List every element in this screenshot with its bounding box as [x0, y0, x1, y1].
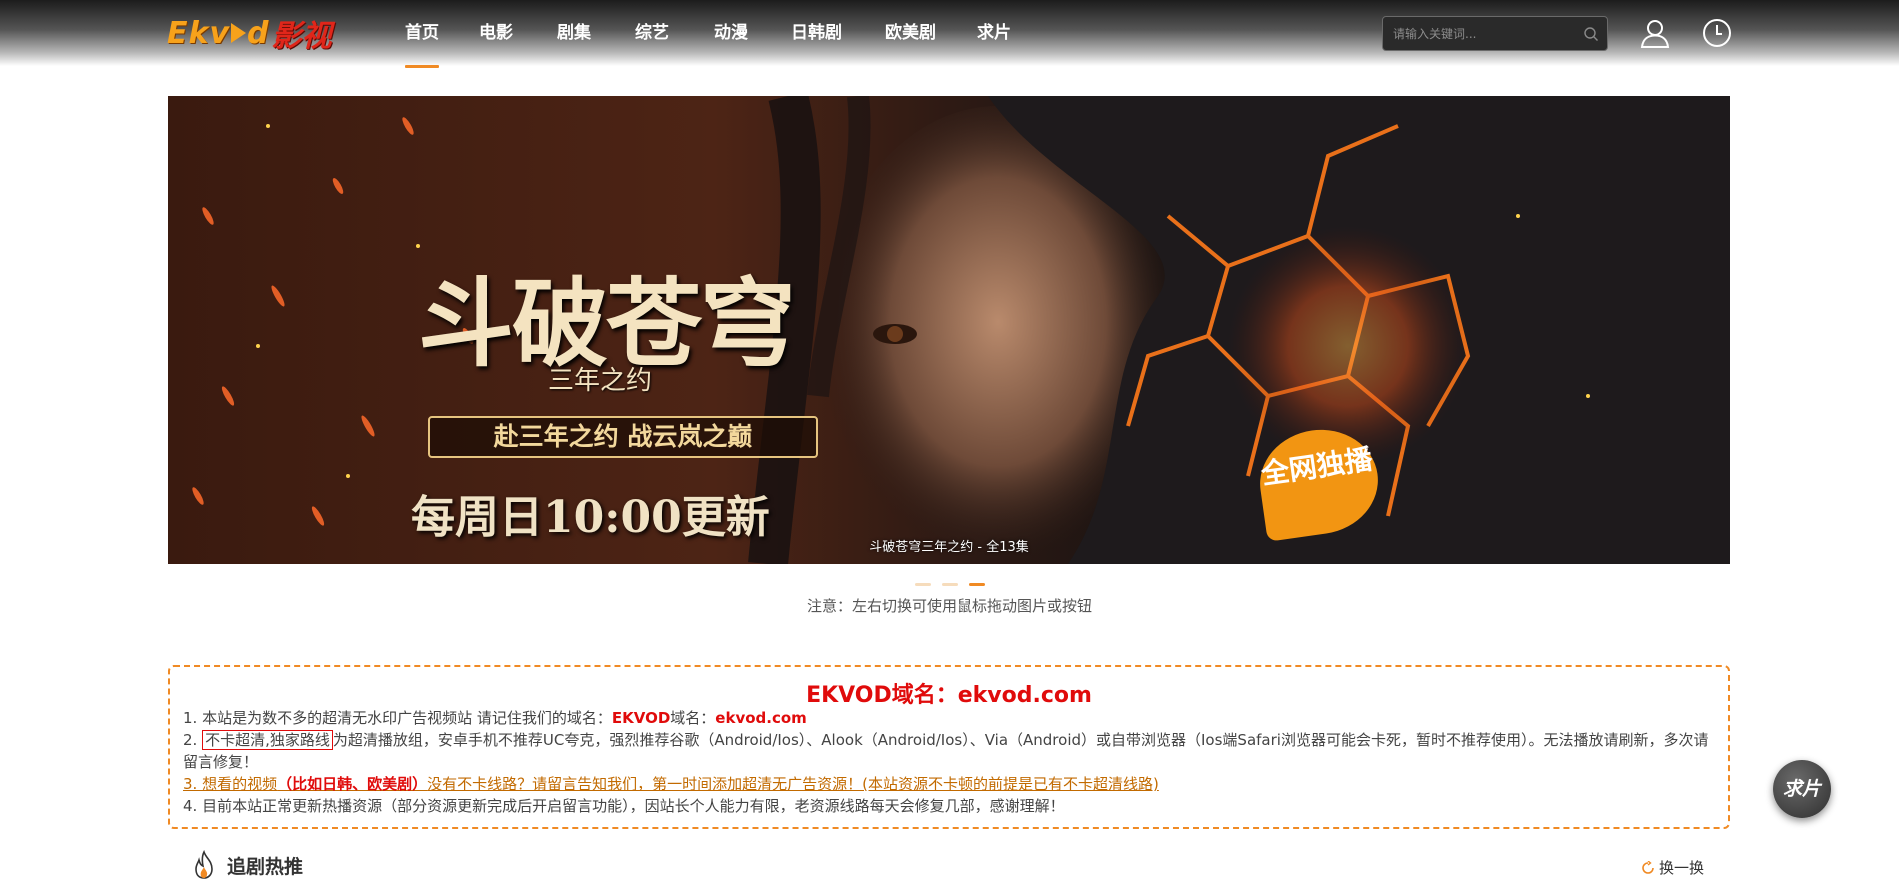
banner-subtitle: 三年之约 — [548, 366, 653, 396]
notice-line-1: 1. 本站是为数不多的超清无水印广告视频站 请记住我们的域名：EKVOD域名：e… — [183, 707, 1719, 729]
nav-western-drama[interactable]: 欧美剧 — [885, 18, 936, 68]
carousel-dots — [915, 583, 996, 586]
fire-icon — [195, 850, 213, 879]
notice-line-2-prefix: 2. — [183, 731, 203, 749]
nav-home[interactable]: 首页 — [405, 18, 439, 68]
nav-jk-drama[interactable]: 日韩剧 — [791, 18, 842, 68]
notice-line-3-red: （比如日韩、欧美剧） — [277, 775, 428, 793]
refresh-label: 换一换 — [1659, 859, 1705, 877]
notice-line-3-prefix: 3. 想看的视频 — [183, 775, 278, 793]
search-input[interactable] — [1393, 25, 1573, 43]
clock-icon[interactable] — [1700, 16, 1734, 50]
search-box — [1382, 16, 1608, 51]
banner-slogan: 赴三年之约 战云岚之巅 — [428, 416, 818, 458]
notice-line-2-text: 为超清播放组，安卓手机不推荐UC夸克，强烈推荐谷歌（Android/Ios）、A… — [183, 731, 1709, 771]
section-header: 追剧热推 — [189, 850, 303, 880]
nav-movies[interactable]: 电影 — [479, 18, 513, 68]
nav-series[interactable]: 剧集 — [557, 18, 591, 68]
search-icon[interactable] — [1583, 26, 1599, 42]
site-logo[interactable]: Ekv d 影视 — [167, 13, 332, 55]
refresh-icon — [1642, 860, 1654, 874]
logo-text-3: 影视 — [271, 19, 332, 54]
nav-request[interactable]: 求片 — [977, 18, 1011, 68]
logo-play-icon — [231, 23, 246, 43]
user-icon[interactable] — [1638, 16, 1672, 50]
site-header: Ekv d 影视 首页 电影 剧集 综艺 动漫 日韩剧 欧美剧 求片 — [0, 0, 1899, 68]
nav-anime[interactable]: 动漫 — [714, 18, 748, 68]
notice-highlight: 不卡超清,独家路线 — [202, 730, 333, 750]
hero-banner[interactable]: 斗破苍穹 三年之约 赴三年之约 战云岚之巅 每周日10:00更新 全网独播 斗破… — [168, 96, 1730, 564]
main-nav: 首页 电影 剧集 综艺 动漫 日韩剧 欧美剧 求片 — [405, 18, 1011, 68]
banner-caption: 斗破苍穹三年之约 - 全13集 — [869, 540, 1029, 555]
notice-line-3[interactable]: 3. 想看的视频（比如日韩、欧美剧）没有不卡线路？请留言告知我们，第一时间添加超… — [183, 773, 1719, 795]
notice-lines: 1. 本站是为数不多的超清无水印广告视频站 请记住我们的域名：EKVOD域名：e… — [183, 707, 1719, 817]
refresh-button[interactable]: 换一换 — [1641, 857, 1704, 878]
nav-variety[interactable]: 综艺 — [635, 18, 669, 68]
notice-line-4: 4. 目前本站正常更新热播资源（部分资源更新完成后开启留言功能），因站长个人能力… — [183, 797, 1065, 815]
banner-badge-text: 全网独播 — [1259, 442, 1375, 491]
notice-title: EKVOD域名：ekvod.com — [806, 683, 1092, 708]
notice-line-1-text: 1. 本站是为数不多的超清无水印广告视频站 请记住我们的域名： — [183, 709, 612, 727]
notice-line-2: 2. 不卡超清,独家路线 为超清播放组，安卓手机不推荐UC夸克，强烈推荐谷歌（An… — [183, 729, 1719, 773]
notice-box: EKVOD域名：ekvod.com 1. 本站是为数不多的超清无水印广告视频站 … — [168, 665, 1730, 829]
logo-text-2: d — [247, 15, 270, 51]
logo-text-1: Ekv — [167, 15, 230, 51]
section-title: 追剧热推 — [227, 855, 304, 878]
carousel-dot-1[interactable] — [915, 583, 931, 586]
notice-brand: EKVOD — [611, 709, 671, 727]
notice-line-1-mid: 域名： — [670, 709, 716, 727]
notice-domain: ekvod.com — [715, 709, 807, 727]
carousel-dot-2[interactable] — [942, 583, 958, 586]
request-float-button[interactable]: 求片 — [1773, 760, 1831, 818]
notice-line-3-text: 没有不卡线路？请留言告知我们，第一时间添加超清无广告资源！(本站资源不卡顿的前提… — [427, 775, 1159, 793]
carousel-dot-3[interactable] — [969, 583, 985, 586]
carousel-tip: 注意：左右切换可使用鼠标拖动图片或按钮 — [806, 597, 1092, 615]
banner-artwork — [168, 96, 1730, 564]
